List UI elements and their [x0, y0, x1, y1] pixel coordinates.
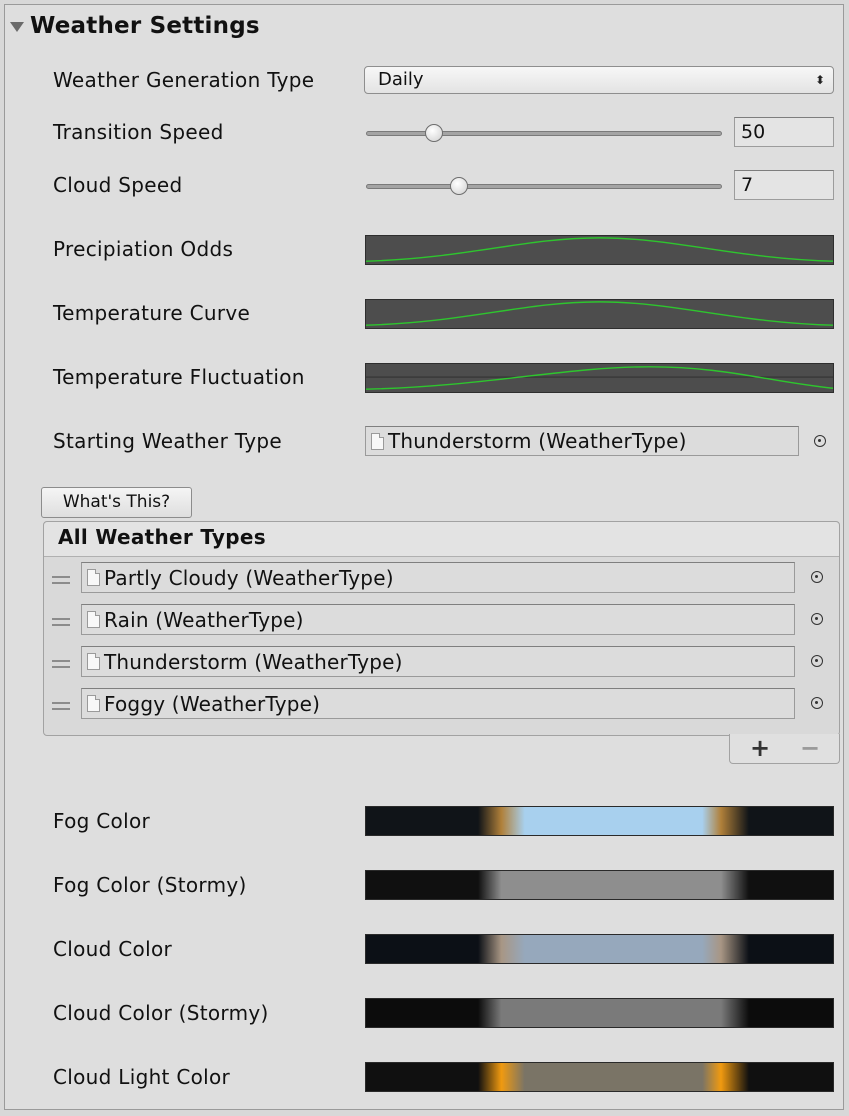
whats-this-button[interactable]: What's This?	[41, 487, 192, 518]
fog-color-gradient[interactable]	[365, 806, 834, 836]
transition-speed-label: Transition Speed	[53, 120, 224, 144]
starting-weather-type-field[interactable]: Thunderstorm (WeatherType)	[365, 426, 799, 456]
object-picker-icon[interactable]	[814, 435, 826, 447]
transition-speed-field[interactable]: 50	[734, 117, 834, 147]
object-picker-icon[interactable]	[811, 571, 823, 583]
weather-generation-type-dropdown[interactable]: Daily ⬍	[364, 66, 834, 94]
list-item-label: Thunderstorm (WeatherType)	[104, 649, 403, 674]
list-header: All Weather Types	[44, 522, 839, 557]
cloud-speed-field[interactable]: 7	[734, 170, 834, 200]
drag-handle-icon[interactable]	[52, 576, 70, 584]
fog-color-stormy-gradient[interactable]	[365, 870, 834, 900]
list-item-field[interactable]: Thunderstorm (WeatherType)	[81, 646, 795, 677]
list-item-label: Partly Cloudy (WeatherType)	[104, 565, 394, 590]
drag-handle-icon[interactable]	[52, 618, 70, 626]
fog-color-stormy-label: Fog Color (Stormy)	[53, 873, 247, 897]
fog-color-label: Fog Color	[53, 809, 150, 833]
cloud-speed-label: Cloud Speed	[53, 173, 183, 197]
transition-speed-slider[interactable]	[366, 124, 722, 142]
cloud-speed-slider[interactable]	[366, 177, 722, 195]
scriptable-object-icon	[87, 569, 100, 586]
object-field-value: Thunderstorm (WeatherType)	[388, 429, 687, 453]
temperature-fluctuation-curve[interactable]	[365, 363, 834, 393]
object-picker-icon[interactable]	[811, 655, 823, 667]
dropdown-value: Daily	[378, 69, 424, 90]
cloud-light-color-gradient[interactable]	[365, 1062, 834, 1092]
list-item-field[interactable]: Foggy (WeatherType)	[81, 688, 795, 719]
temperature-fluctuation-label: Temperature Fluctuation	[53, 365, 305, 389]
slider-thumb[interactable]	[450, 177, 469, 195]
foldout-arrow-icon[interactable]	[10, 22, 24, 32]
object-picker-icon[interactable]	[811, 613, 823, 625]
cloud-light-color-label: Cloud Light Color	[53, 1065, 231, 1089]
list-item-label: Rain (WeatherType)	[104, 607, 304, 632]
list-item-label: Foggy (WeatherType)	[104, 691, 321, 716]
dropdown-arrows-icon: ⬍	[814, 73, 825, 87]
cloud-color-stormy-gradient[interactable]	[365, 998, 834, 1028]
object-picker-icon[interactable]	[811, 697, 823, 709]
weather-types-list: All Weather Types Partly Cloudy (Weather…	[43, 521, 840, 736]
weather-generation-type-label: Weather Generation Type	[53, 68, 315, 92]
weather-settings-foldout[interactable]: Weather Settings	[10, 10, 260, 42]
precipitation-odds-curve[interactable]	[365, 235, 834, 265]
drag-handle-icon[interactable]	[52, 702, 70, 710]
scriptable-object-icon	[87, 611, 100, 628]
drag-handle-icon[interactable]	[52, 660, 70, 668]
scriptable-object-icon	[87, 695, 100, 712]
list-item-field[interactable]: Rain (WeatherType)	[81, 604, 795, 635]
temperature-curve-label: Temperature Curve	[53, 301, 251, 325]
list-footer: + −	[729, 734, 840, 764]
cloud-color-gradient[interactable]	[365, 934, 834, 964]
precipitation-odds-label: Precipiation Odds	[53, 237, 234, 261]
add-item-button[interactable]: +	[750, 735, 770, 761]
scriptable-object-icon	[87, 653, 100, 670]
temperature-curve-field[interactable]	[365, 299, 834, 329]
cloud-color-stormy-label: Cloud Color (Stormy)	[53, 1001, 269, 1025]
section-title: Weather Settings	[30, 13, 260, 39]
remove-item-button[interactable]: −	[800, 735, 820, 761]
list-title: All Weather Types	[58, 525, 266, 549]
starting-weather-type-label: Starting Weather Type	[53, 429, 282, 453]
list-item-field[interactable]: Partly Cloudy (WeatherType)	[81, 562, 795, 593]
scriptable-object-icon	[371, 432, 384, 450]
cloud-color-label: Cloud Color	[53, 937, 173, 961]
